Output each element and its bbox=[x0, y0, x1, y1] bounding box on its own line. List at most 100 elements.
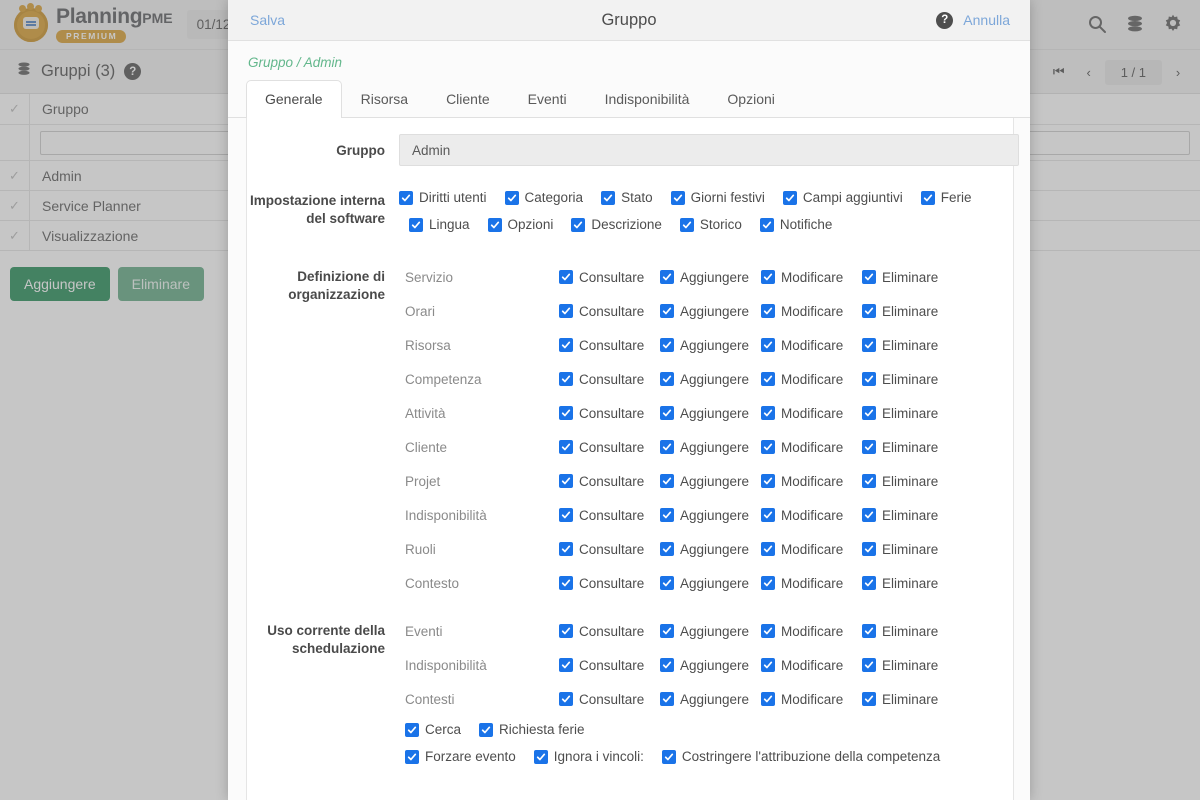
gruppo-input[interactable]: Admin bbox=[399, 134, 1019, 166]
permission-cell-aggiungere[interactable]: Aggiungere bbox=[660, 406, 761, 421]
checkbox-box-icon[interactable] bbox=[559, 576, 573, 590]
checkbox-box-icon[interactable] bbox=[862, 658, 876, 672]
permission-cell-consultare[interactable]: Consultare bbox=[559, 576, 660, 591]
checkbox-box-icon[interactable] bbox=[405, 722, 419, 737]
permission-cell-aggiungere[interactable]: Aggiungere bbox=[660, 270, 761, 285]
checkbox-richiesta-ferie[interactable]: Richiesta ferie bbox=[479, 722, 585, 737]
checkbox-notifiche[interactable]: Notifiche bbox=[759, 217, 832, 232]
permission-cell-modificare[interactable]: Modificare bbox=[761, 338, 862, 353]
permission-cell-modificare[interactable]: Modificare bbox=[761, 372, 862, 387]
checkbox-categoria[interactable]: Categoria bbox=[504, 190, 583, 205]
checkbox-box-icon[interactable] bbox=[660, 440, 674, 454]
permission-cell-consultare[interactable]: Consultare bbox=[559, 508, 660, 523]
permission-cell-aggiungere[interactable]: Aggiungere bbox=[660, 440, 761, 455]
permission-cell-aggiungere[interactable]: Aggiungere bbox=[660, 658, 761, 673]
permission-cell-modificare[interactable]: Modificare bbox=[761, 304, 862, 319]
permission-cell-aggiungere[interactable]: Aggiungere bbox=[660, 338, 761, 353]
permission-cell-eliminare[interactable]: Eliminare bbox=[862, 576, 963, 591]
permission-cell-consultare[interactable]: Consultare bbox=[559, 658, 660, 673]
checkbox-box-icon[interactable] bbox=[660, 372, 674, 386]
permission-cell-consultare[interactable]: Consultare bbox=[559, 372, 660, 387]
checkbox-box-icon[interactable] bbox=[670, 190, 685, 205]
permission-cell-modificare[interactable]: Modificare bbox=[761, 440, 862, 455]
checkbox-box-icon[interactable] bbox=[761, 338, 775, 352]
permission-cell-aggiungere[interactable]: Aggiungere bbox=[660, 542, 761, 557]
permission-cell-aggiungere[interactable]: Aggiungere bbox=[660, 692, 761, 707]
tab-cliente[interactable]: Cliente bbox=[427, 80, 509, 118]
checkbox-box-icon[interactable] bbox=[559, 692, 573, 706]
checkbox-box-icon[interactable] bbox=[679, 217, 694, 232]
tab-generale[interactable]: Generale bbox=[246, 80, 342, 118]
checkbox-costringere-l-attribuzione-della-competenza[interactable]: Costringere l'attribuzione della compete… bbox=[661, 749, 940, 764]
checkbox-campi-aggiuntivi[interactable]: Campi aggiuntivi bbox=[782, 190, 903, 205]
checkbox-box-icon[interactable] bbox=[862, 304, 876, 318]
checkbox-lingua[interactable]: Lingua bbox=[409, 217, 470, 232]
permission-cell-consultare[interactable]: Consultare bbox=[559, 474, 660, 489]
checkbox-descrizione[interactable]: Descrizione bbox=[571, 217, 662, 232]
checkbox-box-icon[interactable] bbox=[759, 217, 774, 232]
checkbox-box-icon[interactable] bbox=[479, 722, 494, 737]
checkbox-box-icon[interactable] bbox=[660, 338, 674, 352]
permission-cell-modificare[interactable]: Modificare bbox=[761, 624, 862, 639]
checkbox-box-icon[interactable] bbox=[399, 190, 413, 205]
checkbox-box-icon[interactable] bbox=[559, 658, 573, 672]
checkbox-box-icon[interactable] bbox=[571, 217, 586, 232]
dialog-help-icon[interactable]: ? bbox=[936, 11, 954, 29]
permission-cell-modificare[interactable]: Modificare bbox=[761, 542, 862, 557]
checkbox-box-icon[interactable] bbox=[761, 624, 775, 638]
checkbox-box-icon[interactable] bbox=[601, 190, 616, 205]
checkbox-box-icon[interactable] bbox=[761, 576, 775, 590]
permission-cell-consultare[interactable]: Consultare bbox=[559, 338, 660, 353]
checkbox-box-icon[interactable] bbox=[559, 372, 573, 386]
tab-risorsa[interactable]: Risorsa bbox=[342, 80, 427, 118]
checkbox-forzare-evento[interactable]: Forzare evento bbox=[405, 749, 516, 764]
checkbox-box-icon[interactable] bbox=[761, 372, 775, 386]
checkbox-box-icon[interactable] bbox=[660, 542, 674, 556]
checkbox-box-icon[interactable] bbox=[559, 474, 573, 488]
checkbox-box-icon[interactable] bbox=[761, 692, 775, 706]
checkbox-box-icon[interactable] bbox=[761, 474, 775, 488]
checkbox-box-icon[interactable] bbox=[761, 270, 775, 284]
permission-cell-eliminare[interactable]: Eliminare bbox=[862, 542, 963, 557]
checkbox-diritti-utenti[interactable]: Diritti utenti bbox=[399, 190, 487, 205]
permission-cell-consultare[interactable]: Consultare bbox=[559, 406, 660, 421]
checkbox-box-icon[interactable] bbox=[862, 406, 876, 420]
checkbox-box-icon[interactable] bbox=[661, 749, 676, 764]
checkbox-box-icon[interactable] bbox=[487, 217, 502, 232]
checkbox-box-icon[interactable] bbox=[559, 440, 573, 454]
permission-cell-consultare[interactable]: Consultare bbox=[559, 692, 660, 707]
checkbox-box-icon[interactable] bbox=[559, 508, 573, 522]
checkbox-box-icon[interactable] bbox=[660, 658, 674, 672]
permission-cell-eliminare[interactable]: Eliminare bbox=[862, 624, 963, 639]
checkbox-giorni-festivi[interactable]: Giorni festivi bbox=[670, 190, 765, 205]
checkbox-box-icon[interactable] bbox=[782, 190, 797, 205]
permission-cell-eliminare[interactable]: Eliminare bbox=[862, 406, 963, 421]
checkbox-box-icon[interactable] bbox=[761, 440, 775, 454]
checkbox-box-icon[interactable] bbox=[504, 190, 519, 205]
checkbox-box-icon[interactable] bbox=[559, 304, 573, 318]
checkbox-box-icon[interactable] bbox=[559, 406, 573, 420]
checkbox-box-icon[interactable] bbox=[405, 749, 419, 764]
checkbox-opzioni[interactable]: Opzioni bbox=[487, 217, 553, 232]
checkbox-stato[interactable]: Stato bbox=[601, 190, 653, 205]
permission-cell-eliminare[interactable]: Eliminare bbox=[862, 440, 963, 455]
permission-cell-modificare[interactable]: Modificare bbox=[761, 658, 862, 673]
checkbox-box-icon[interactable] bbox=[761, 304, 775, 318]
tab-eventi[interactable]: Eventi bbox=[509, 80, 586, 118]
checkbox-box-icon[interactable] bbox=[761, 406, 775, 420]
checkbox-box-icon[interactable] bbox=[862, 338, 876, 352]
permission-cell-modificare[interactable]: Modificare bbox=[761, 406, 862, 421]
permission-cell-modificare[interactable]: Modificare bbox=[761, 508, 862, 523]
permission-cell-eliminare[interactable]: Eliminare bbox=[862, 338, 963, 353]
checkbox-box-icon[interactable] bbox=[660, 576, 674, 590]
checkbox-box-icon[interactable] bbox=[660, 270, 674, 284]
permission-cell-eliminare[interactable]: Eliminare bbox=[862, 474, 963, 489]
checkbox-storico[interactable]: Storico bbox=[679, 217, 742, 232]
checkbox-box-icon[interactable] bbox=[660, 624, 674, 638]
tab-opzioni[interactable]: Opzioni bbox=[708, 80, 793, 118]
permission-cell-eliminare[interactable]: Eliminare bbox=[862, 658, 963, 673]
permission-cell-aggiungere[interactable]: Aggiungere bbox=[660, 624, 761, 639]
permission-cell-consultare[interactable]: Consultare bbox=[559, 624, 660, 639]
tab-indisponibilit-[interactable]: Indisponibilità bbox=[586, 80, 709, 118]
checkbox-box-icon[interactable] bbox=[660, 304, 674, 318]
